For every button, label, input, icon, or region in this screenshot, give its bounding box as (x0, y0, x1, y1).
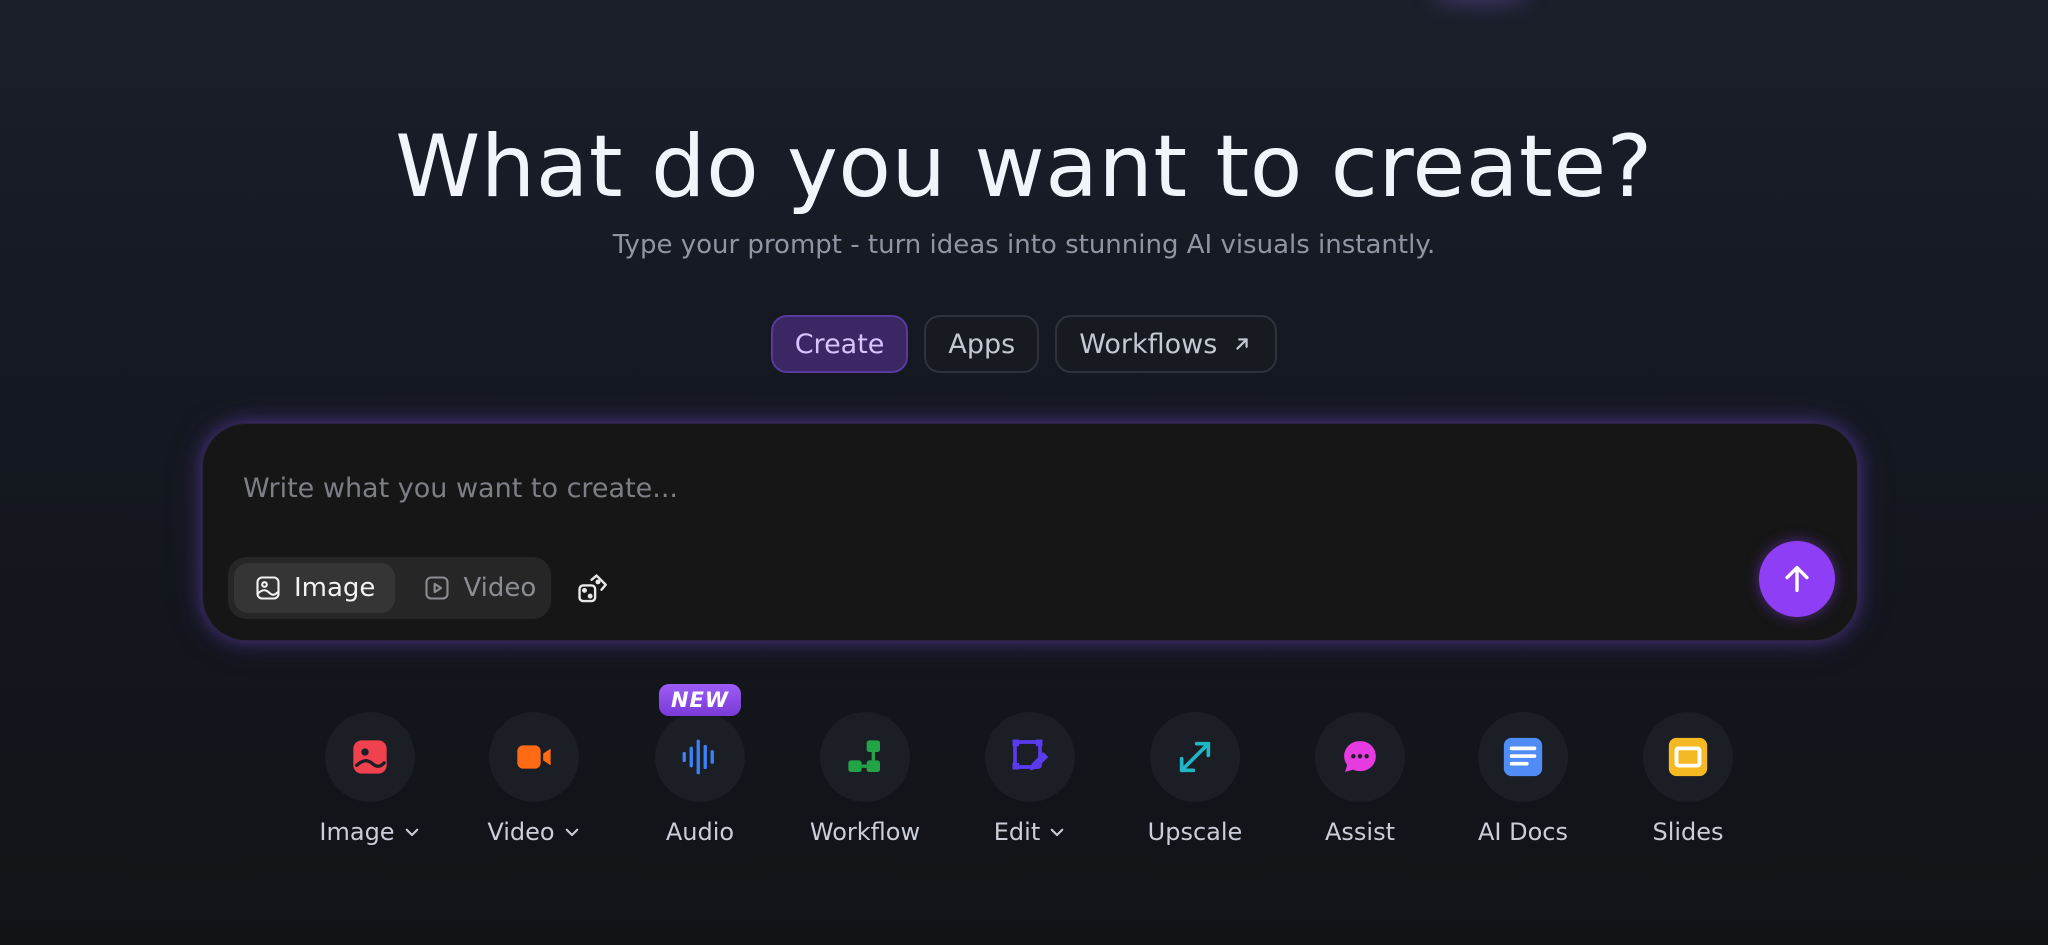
tool-workflow[interactable]: Workflow (785, 712, 945, 846)
tool-video[interactable]: Video (454, 712, 614, 846)
media-option-video[interactable]: Video (403, 563, 556, 613)
tool-label-text: Assist (1324, 818, 1395, 846)
chevron-down-icon (405, 828, 418, 837)
tool-label-text: Slides (1652, 818, 1724, 846)
tool-label: Workflow (810, 818, 920, 846)
top-glow (1430, 0, 1530, 6)
tool-edit[interactable]: Edit (950, 712, 1110, 846)
tool-label: Upscale (1148, 818, 1243, 846)
upscale-icon (1179, 741, 1211, 773)
mode-tabs: Create Apps Workflows (0, 315, 2048, 373)
tool-slides[interactable]: Slides (1608, 712, 1768, 846)
tool-icon-circle (985, 712, 1075, 802)
tool-icon-circle (820, 712, 910, 802)
tab-label: Apps (948, 328, 1016, 360)
media-type-toggle: Image Video (228, 557, 551, 619)
random-prompt-button[interactable] (573, 569, 613, 609)
tool-label: Assist (1325, 818, 1395, 846)
tool-image[interactable]: Image (290, 712, 450, 846)
tab-workflows[interactable]: Workflows (1055, 315, 1278, 373)
media-option-image[interactable]: Image (234, 563, 396, 613)
tool-launcher: Image Video NEW Audio Workflow Edit Upsc… (0, 684, 2048, 862)
tool-upscale[interactable]: Upscale (1115, 712, 1275, 846)
tool-icon-circle (325, 712, 415, 802)
chevron-down-icon (565, 828, 578, 837)
tool-label: Image (319, 818, 420, 846)
dice-icon (578, 574, 607, 603)
tool-icon-circle (655, 712, 745, 802)
tab-create[interactable]: Create (770, 315, 909, 373)
chat-icon (1344, 741, 1376, 772)
tool-label-text: AI Docs (1478, 818, 1568, 846)
tool-icon-circle (489, 712, 579, 802)
prompt-box: Image Video (202, 423, 1858, 641)
tool-label-text: Image (319, 818, 395, 846)
tool-icon-circle (1643, 712, 1733, 802)
audio-wave-icon (682, 739, 714, 775)
image-icon (256, 576, 280, 600)
tool-icon-circle (1478, 712, 1568, 802)
tool-label-text: Video (487, 818, 555, 846)
tool-label-text: Upscale (1147, 818, 1243, 846)
prompt-input[interactable] (241, 462, 1645, 514)
tab-apps[interactable]: Apps (924, 315, 1040, 373)
video-icon (425, 576, 449, 600)
tool-label-text: Edit (993, 818, 1041, 846)
workflow-icon (848, 740, 880, 772)
send-button[interactable] (1759, 541, 1835, 617)
media-option-label: Image (294, 573, 376, 603)
tool-label: Audio (666, 818, 734, 846)
image-tool-icon (353, 740, 387, 774)
tool-ai-docs[interactable]: AI Docs (1443, 712, 1603, 846)
page-subtitle: Type your prompt - turn ideas into stunn… (612, 230, 1436, 260)
docs-icon (1503, 737, 1543, 777)
arrow-up-icon (1785, 565, 1809, 593)
tool-label: Edit (994, 818, 1066, 846)
media-option-label: Video (463, 573, 537, 603)
tab-label: Create (794, 328, 885, 360)
tool-label: Slides (1652, 818, 1723, 846)
tool-label-text: Audio (665, 818, 735, 846)
page-title: What do you want to create? (395, 117, 1653, 217)
tool-audio[interactable]: NEW Audio (620, 684, 780, 846)
tab-label: Workflows (1079, 328, 1218, 360)
new-badge: NEW (658, 684, 742, 716)
edit-icon (1012, 739, 1049, 771)
tool-icon-circle (1150, 712, 1240, 802)
tool-label: Video (487, 818, 580, 846)
chevron-down-icon (1050, 828, 1064, 837)
slides-icon (1668, 737, 1708, 777)
tool-label-text: Workflow (809, 818, 921, 846)
tool-label: AI Docs (1478, 818, 1568, 846)
arrow-up-right-icon (1236, 338, 1248, 350)
tool-assist[interactable]: Assist (1280, 712, 1440, 846)
video-tool-icon (517, 745, 551, 769)
tool-icon-circle (1315, 712, 1405, 802)
